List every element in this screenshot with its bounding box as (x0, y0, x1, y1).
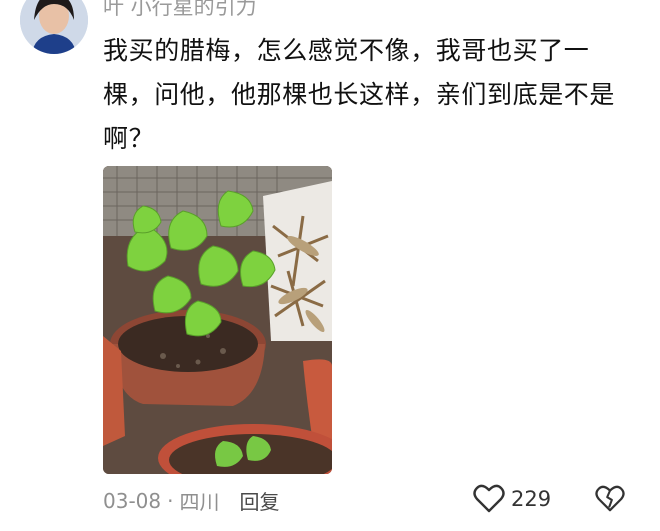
commenter-avatar[interactable] (20, 0, 88, 54)
like-button[interactable]: 229 (473, 484, 551, 514)
like-count: 229 (511, 487, 552, 511)
avatar-image (20, 0, 88, 54)
comment-date: 03-08 (103, 488, 162, 513)
comment-location: 四川 (179, 490, 220, 514)
potted-plant-image (103, 166, 332, 474)
reply-button[interactable]: 回复 (239, 486, 279, 515)
dislike-button[interactable] (595, 485, 625, 517)
broken-heart-icon (595, 485, 625, 512)
comment-meta: 03-08 · 四川 回复 (103, 486, 279, 515)
commenter-username[interactable]: 叶 小行星的引力 (103, 0, 257, 21)
comment-photo[interactable] (103, 166, 332, 474)
username-text: 叶 小行星的引力 (103, 0, 257, 19)
comment-text: 我买的腊梅，怎么感觉不像，我哥也买了一棵，问他，他那棵也长这样，亲们到底是不是啊… (103, 36, 616, 153)
heart-outline-icon (473, 484, 505, 513)
meta-separator: · (167, 488, 174, 513)
